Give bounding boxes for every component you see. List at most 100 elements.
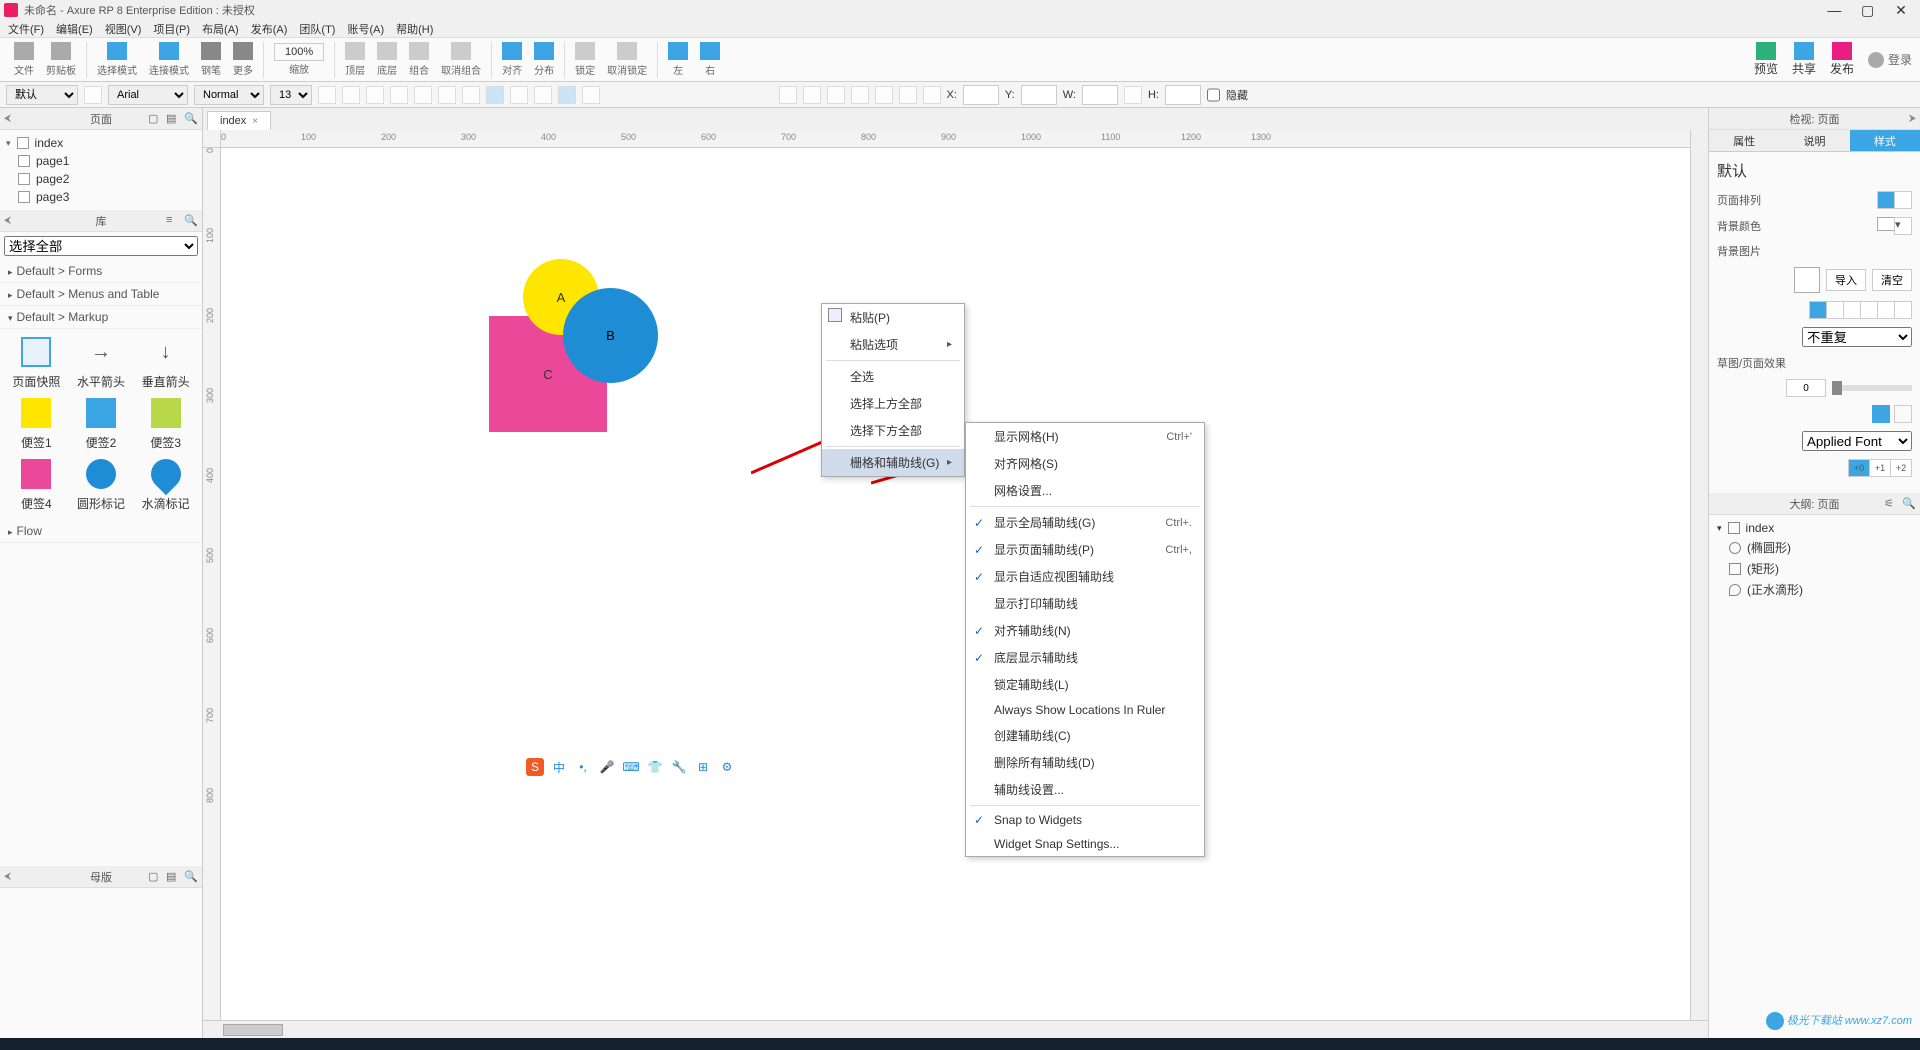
page-align-center[interactable]: [1894, 191, 1912, 209]
ime-cn-icon[interactable]: 中: [550, 758, 568, 776]
cm-always-locations[interactable]: Always Show Locations In Ruler: [966, 698, 1204, 722]
ime-punct-icon[interactable]: •,: [574, 758, 592, 776]
ime-menu-icon[interactable]: ⊞: [694, 758, 712, 776]
font-select[interactable]: Arial: [108, 85, 188, 105]
cm-widget-snap-settings[interactable]: Widget Snap Settings...: [966, 832, 1204, 856]
lib-harrow[interactable]: →水平箭头: [73, 337, 130, 390]
italic-icon[interactable]: [342, 86, 360, 104]
cm-snap-grid[interactable]: 对齐网格(S): [966, 450, 1204, 477]
cm-grid-settings[interactable]: 网格设置...: [966, 477, 1204, 504]
lib-cat-flow[interactable]: ▸Flow: [0, 520, 202, 543]
tab-properties[interactable]: 属性: [1709, 130, 1779, 151]
menu-arrange[interactable]: 布局(A): [202, 21, 239, 37]
scrollbar-vertical-right[interactable]: [1690, 148, 1708, 1020]
style-select[interactable]: 默认: [6, 85, 78, 105]
tb-front[interactable]: 顶层: [345, 42, 365, 77]
lib-circle-marker[interactable]: 圆形标记: [73, 459, 130, 512]
lib-drop-marker[interactable]: 水滴标记: [137, 459, 194, 512]
page-item-page1[interactable]: page1: [0, 152, 202, 170]
import-button[interactable]: 导入: [1826, 269, 1866, 291]
lib-cat-forms[interactable]: ▸Default > Forms: [0, 260, 202, 283]
lib-sticky1[interactable]: 便签1: [8, 398, 65, 451]
tb-preview[interactable]: 预览: [1754, 42, 1778, 77]
close-button[interactable]: ✕: [1886, 2, 1916, 19]
outline-root[interactable]: ▾index: [1709, 519, 1920, 537]
tb-connect-mode[interactable]: 连接模式: [149, 42, 189, 77]
lib-cat-menus[interactable]: ▸Default > Menus and Table: [0, 283, 202, 306]
sketch-value[interactable]: [1786, 379, 1826, 397]
maximize-button[interactable]: ▢: [1853, 2, 1883, 19]
bg-color-dropdown[interactable]: ▾: [1894, 217, 1912, 235]
font-select-insp[interactable]: Applied Font: [1802, 431, 1912, 451]
gray-mode-icon[interactable]: [1894, 405, 1912, 423]
add-master-icon[interactable]: ▢: [148, 870, 162, 884]
inspector-close-icon[interactable]: ⮞: [1909, 113, 1916, 124]
corner-icon[interactable]: [875, 86, 893, 104]
tb-right[interactable]: 右: [700, 42, 720, 77]
outline-drop[interactable]: (正水滴形): [1709, 579, 1920, 600]
tb-pen[interactable]: 钢笔: [201, 42, 221, 77]
page-align-left[interactable]: [1877, 191, 1895, 209]
tb-clipboard[interactable]: 剪贴板: [46, 42, 76, 77]
tb-zoom[interactable]: 100%缩放: [274, 43, 324, 76]
tab-style[interactable]: 样式: [1850, 130, 1920, 151]
line-style-icon[interactable]: [779, 86, 797, 104]
lock-ratio-icon[interactable]: [1124, 86, 1142, 104]
img-align-3[interactable]: [1843, 301, 1861, 319]
w-input[interactable]: [1082, 85, 1118, 105]
cm-guide-settings[interactable]: 辅助线设置...: [966, 776, 1204, 803]
cm-select-all[interactable]: 全选: [822, 363, 964, 390]
lib-cat-markup[interactable]: ▾Default > Markup: [0, 306, 202, 329]
add-folder-icon[interactable]: ▤: [166, 112, 180, 126]
tb-ungroup[interactable]: 取消组合: [441, 42, 481, 77]
text-color-icon[interactable]: [390, 86, 408, 104]
ime-sogou-icon[interactable]: S: [526, 758, 544, 776]
library-menu-icon[interactable]: ≡: [166, 214, 180, 228]
minimize-button[interactable]: —: [1819, 2, 1849, 18]
y-input[interactable]: [1021, 85, 1057, 105]
cm-select-above[interactable]: 选择上方全部: [822, 390, 964, 417]
page-item-page3[interactable]: page3: [0, 188, 202, 206]
menu-team[interactable]: 团队(T): [299, 21, 335, 37]
tab-close-icon[interactable]: ×: [252, 116, 258, 127]
menu-view[interactable]: 视图(V): [105, 21, 142, 37]
scrollbar-vertical[interactable]: [1690, 130, 1708, 148]
bg-image-preview[interactable]: [1794, 267, 1820, 293]
img-align-6[interactable]: [1894, 301, 1912, 319]
ime-mic-icon[interactable]: 🎤: [598, 758, 616, 776]
weight-select[interactable]: Normal: [194, 85, 264, 105]
tb-publish[interactable]: 发布: [1830, 42, 1854, 77]
ruler-horizontal[interactable]: 0100200300400500600700800900100011001200…: [221, 130, 1690, 148]
cm-grid-guides[interactable]: 栅格和辅助线(G)▸: [822, 449, 964, 476]
tb-back[interactable]: 底层: [377, 42, 397, 77]
tb-select-mode[interactable]: 选择模式: [97, 42, 137, 77]
line-width-icon[interactable]: [803, 86, 821, 104]
align-left-icon[interactable]: [462, 86, 480, 104]
scrollbar-thumb[interactable]: [223, 1024, 283, 1036]
lib-snapshot[interactable]: 页面快照: [8, 337, 65, 390]
outline-rect[interactable]: (矩形): [1709, 558, 1920, 579]
underline-icon[interactable]: [366, 86, 384, 104]
page-item-page2[interactable]: page2: [0, 170, 202, 188]
ruler-vertical[interactable]: 0100200300400500600700800: [203, 148, 221, 1020]
ime-keyboard-icon[interactable]: ⌨: [622, 758, 640, 776]
menu-file[interactable]: 文件(F): [8, 21, 44, 37]
cm-delete-guides[interactable]: 删除所有辅助线(D): [966, 749, 1204, 776]
tb-file[interactable]: 文件: [14, 42, 34, 77]
add-page-icon[interactable]: ▢: [148, 112, 162, 126]
style-manager-icon[interactable]: [84, 86, 102, 104]
valign-top-icon[interactable]: [534, 86, 552, 104]
tb-distribute[interactable]: 分布: [534, 42, 554, 77]
cm-snap-widgets[interactable]: ✓Snap to Widgets: [966, 808, 1204, 832]
fill-color-icon[interactable]: [414, 86, 432, 104]
menu-edit[interactable]: 编辑(E): [56, 21, 93, 37]
cm-show-global-guides[interactable]: ✓显示全局辅助线(G)Ctrl+.: [966, 509, 1204, 536]
border-color-icon[interactable]: [438, 86, 456, 104]
library-panel-close-icon[interactable]: ⮜: [4, 215, 11, 226]
tb-more[interactable]: 更多: [233, 42, 253, 77]
size-select[interactable]: 13: [270, 85, 312, 105]
cm-paste[interactable]: 粘贴(P): [822, 304, 964, 331]
cm-show-page-guides[interactable]: ✓显示页面辅助线(P)Ctrl+,: [966, 536, 1204, 563]
menu-publish[interactable]: 发布(A): [251, 21, 288, 37]
fontsize-0[interactable]: +0: [1848, 459, 1870, 477]
